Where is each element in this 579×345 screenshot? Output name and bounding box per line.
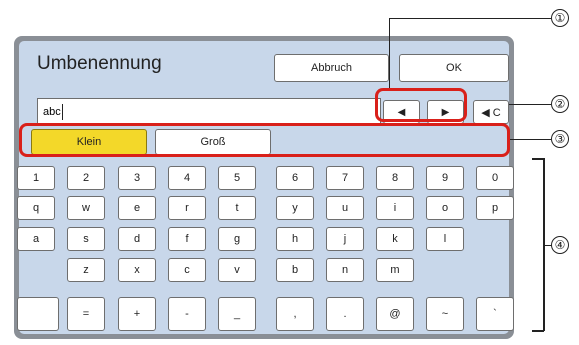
key-row3-1[interactable]: s <box>67 227 105 251</box>
key-row5-2[interactable]: + <box>118 297 156 331</box>
key-row1-4[interactable]: 5 <box>218 166 256 190</box>
key-row3-8[interactable]: l <box>426 227 464 251</box>
key-row3-5[interactable]: h <box>276 227 314 251</box>
key-row1-7[interactable]: 8 <box>376 166 414 190</box>
key-row2-2[interactable]: e <box>118 196 156 220</box>
key-row2-6[interactable]: u <box>326 196 364 220</box>
key-row5-4[interactable]: _ <box>218 297 256 331</box>
key-row2-7[interactable]: i <box>376 196 414 220</box>
key-row1-3[interactable]: 4 <box>168 166 206 190</box>
key-row1-8[interactable]: 9 <box>426 166 464 190</box>
ok-button[interactable]: OK <box>399 54 509 82</box>
key-row5-0[interactable] <box>17 297 59 331</box>
key-row3-6[interactable]: j <box>326 227 364 251</box>
key-row3-0[interactable]: a <box>17 227 55 251</box>
key-row4-1[interactable]: x <box>118 258 156 282</box>
callout-3-leader <box>510 139 551 140</box>
key-row5-8[interactable]: ~ <box>426 297 464 331</box>
rename-dialog: Umbenennung Abbruch OK abc ◀ ▶ ◀ C Klein… <box>14 36 514 339</box>
callout-1: ① <box>551 9 569 27</box>
callout-1-leader <box>389 18 551 19</box>
key-row4-3[interactable]: v <box>218 258 256 282</box>
key-row4-6[interactable]: m <box>376 258 414 282</box>
cancel-button[interactable]: Abbruch <box>274 54 389 82</box>
key-row5-6[interactable]: . <box>326 297 364 331</box>
key-row5-5[interactable]: , <box>276 297 314 331</box>
key-row1-2[interactable]: 3 <box>118 166 156 190</box>
key-row3-7[interactable]: k <box>376 227 414 251</box>
key-row4-5[interactable]: n <box>326 258 364 282</box>
key-row1-5[interactable]: 6 <box>276 166 314 190</box>
callout-4: ④ <box>551 236 569 254</box>
key-row1-6[interactable]: 7 <box>326 166 364 190</box>
key-row2-5[interactable]: y <box>276 196 314 220</box>
case-tabs-highlight <box>19 123 510 157</box>
key-row3-3[interactable]: f <box>168 227 206 251</box>
callout-3: ③ <box>551 130 569 148</box>
dialog-body: Umbenennung Abbruch OK abc ◀ ▶ ◀ C Klein… <box>17 41 514 334</box>
clear-button[interactable]: ◀ C <box>473 100 509 124</box>
callout-2: ② <box>551 95 569 113</box>
key-row4-0[interactable]: z <box>67 258 105 282</box>
key-row4-4[interactable]: b <box>276 258 314 282</box>
key-row2-9[interactable]: p <box>476 196 514 220</box>
key-row5-3[interactable]: - <box>168 297 206 331</box>
name-input-value: abc <box>43 106 61 118</box>
key-row1-9[interactable]: 0 <box>476 166 514 190</box>
dialog-title: Umbenennung <box>37 53 162 74</box>
key-row2-1[interactable]: w <box>67 196 105 220</box>
arrow-buttons-highlight <box>375 88 467 122</box>
callout-1-leader-vertical <box>389 18 390 88</box>
name-input[interactable]: abc <box>37 98 381 126</box>
key-row2-3[interactable]: r <box>168 196 206 220</box>
key-row2-0[interactable]: q <box>17 196 55 220</box>
key-row5-9[interactable]: ` <box>476 297 514 331</box>
key-row3-2[interactable]: d <box>118 227 156 251</box>
key-row5-7[interactable]: @ <box>376 297 414 331</box>
key-row4-2[interactable]: c <box>168 258 206 282</box>
key-row5-1[interactable]: = <box>67 297 105 331</box>
text-caret <box>61 104 63 120</box>
key-row1-1[interactable]: 2 <box>67 166 105 190</box>
key-row3-4[interactable]: g <box>218 227 256 251</box>
key-row2-4[interactable]: t <box>218 196 256 220</box>
key-row2-8[interactable]: o <box>426 196 464 220</box>
key-row1-0[interactable]: 1 <box>17 166 55 190</box>
callout-2-leader <box>509 104 551 105</box>
keyboard-bracket-bottom <box>532 330 544 332</box>
